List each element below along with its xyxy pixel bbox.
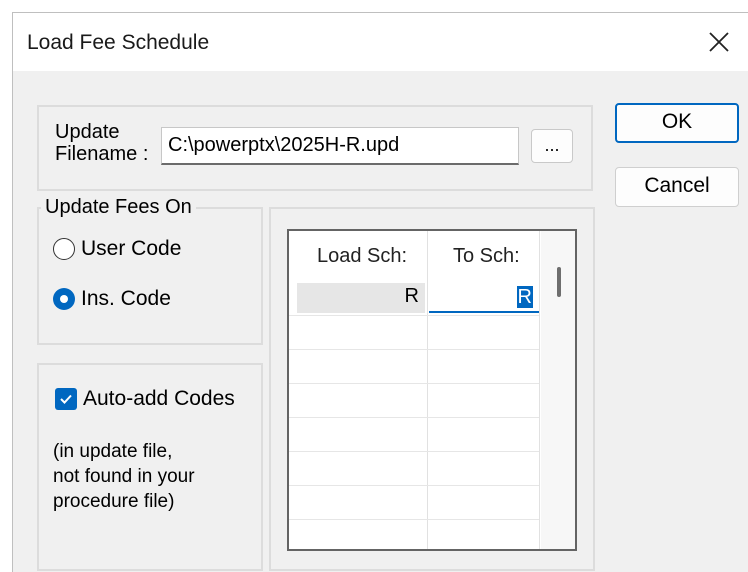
grid-row-line <box>289 519 539 520</box>
close-button[interactable] <box>690 13 748 71</box>
schedule-grid[interactable]: Load Sch: To Sch: R R <box>287 229 577 551</box>
auto-add-label: Auto-add Codes <box>83 387 235 410</box>
grid-row-line <box>289 417 539 418</box>
check-icon <box>60 394 72 404</box>
grid-scrollbar-thumb[interactable] <box>557 267 561 297</box>
close-icon <box>709 32 729 52</box>
update-filename-label: Update Filename : <box>55 121 149 165</box>
auto-add-checkbox-row[interactable]: Auto-add Codes <box>55 387 235 411</box>
ok-button[interactable]: OK <box>615 103 739 143</box>
header-to-sch: To Sch: <box>453 245 520 267</box>
grid-row-line <box>289 451 539 452</box>
dialog-content: Update Filename : C:\powerptx\2025H-R.up… <box>13 71 748 572</box>
auto-add-note: (in update file, not found in your proce… <box>53 441 195 512</box>
grid-cell-load-sch[interactable]: R <box>297 283 425 313</box>
radio-label-user-code: User Code <box>81 237 182 260</box>
load-fee-schedule-dialog: Load Fee Schedule Update Filename : C:\p… <box>12 12 748 572</box>
grid-column-divider <box>539 231 540 549</box>
grid-row-line <box>289 315 539 316</box>
radio-ins-code[interactable]: Ins. Code <box>53 287 171 311</box>
update-fees-legend: Update Fees On <box>41 196 196 219</box>
browse-button[interactable]: ... <box>531 129 573 163</box>
radio-label-ins-code: Ins. Code <box>81 287 171 310</box>
title-bar: Load Fee Schedule <box>13 13 748 71</box>
grid-column-divider <box>427 231 428 549</box>
grid-cell-to-sch[interactable]: R <box>429 283 539 313</box>
radio-button-ins-code[interactable] <box>53 288 75 310</box>
radio-user-code[interactable]: User Code <box>53 237 181 261</box>
radio-button-user-code[interactable] <box>53 238 75 260</box>
auto-add-checkbox[interactable] <box>55 388 77 410</box>
grid-row-line <box>289 485 539 486</box>
update-fees-group <box>37 207 263 345</box>
header-load-sch: Load Sch: <box>317 245 408 267</box>
grid-row-line <box>289 349 539 350</box>
grid-scrollbar[interactable] <box>541 231 575 549</box>
grid-row-line <box>289 383 539 384</box>
filename-input[interactable]: C:\powerptx\2025H-R.upd <box>161 127 519 165</box>
cancel-button[interactable]: Cancel <box>615 167 739 207</box>
window-title: Load Fee Schedule <box>27 31 210 54</box>
